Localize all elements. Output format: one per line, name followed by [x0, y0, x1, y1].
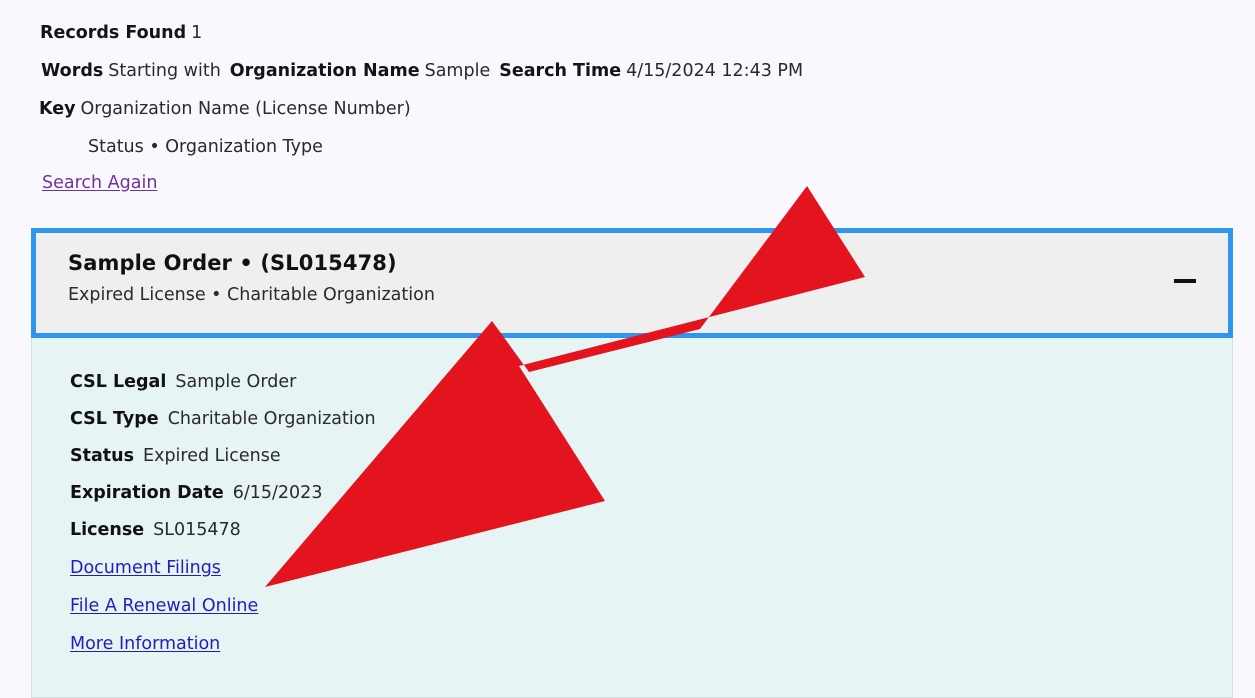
field-row: Expiration Date 6/15/2023 — [70, 475, 1232, 512]
file-a-renewal-online-link[interactable]: File A Renewal Online — [70, 588, 258, 625]
records-found-row: Records Found 1 — [0, 14, 1255, 52]
field-row: Status Expired License — [70, 438, 1232, 475]
field-value: SL015478 — [153, 520, 241, 540]
search-summary: Records Found 1 Words Starting with Organiz… — [0, 0, 1255, 200]
key-label: Key — [39, 99, 76, 119]
words-label: Words — [41, 61, 104, 81]
field-label: Expiration Date — [70, 483, 224, 503]
organization-name-value: Sample — [424, 61, 491, 81]
organization-title: Sample Order • (SL015478) — [68, 251, 397, 275]
result-card: Sample Order • (SL015478) Expired Licens… — [31, 228, 1233, 698]
field-row: License SL015478 — [70, 512, 1232, 549]
key-value: Organization Name (License Number) — [80, 99, 411, 119]
field-value: Expired License — [143, 446, 281, 466]
more-information-link[interactable]: More Information — [70, 626, 220, 663]
result-card-header[interactable]: Sample Order • (SL015478) Expired Licens… — [31, 228, 1233, 338]
words-value: Starting with — [108, 61, 221, 81]
more-information-row: More Information — [70, 625, 1232, 663]
file-renewal-row: File A Renewal Online — [70, 587, 1232, 625]
search-again-row: Search Again — [0, 166, 1255, 200]
records-found-value: 1 — [191, 23, 203, 43]
key-row: Key Organization Name (License Number) — [0, 90, 1255, 128]
minus-icon[interactable] — [1169, 265, 1201, 297]
field-value: Sample Order — [175, 372, 297, 392]
words-row: Words Starting with Organization Name Sampl… — [0, 52, 1255, 90]
search-time-label: Search Time — [499, 61, 622, 81]
field-row: CSL Legal Sample Order — [70, 364, 1232, 401]
document-filings-row: Document Filings — [70, 549, 1232, 587]
field-label: License — [70, 520, 145, 540]
field-label: CSL Type — [70, 409, 159, 429]
key-detail-row: Status • Organization Type — [0, 128, 1255, 166]
search-again-link[interactable]: Search Again — [42, 173, 157, 193]
document-filings-link[interactable]: Document Filings — [70, 550, 221, 587]
field-value: 6/15/2023 — [232, 483, 323, 503]
organization-name-label: Organization Name — [229, 61, 420, 81]
field-row: CSL Type Charitable Organization — [70, 401, 1232, 438]
search-results-page: Records Found 1 Words Starting with Organiz… — [0, 0, 1255, 698]
field-label: CSL Legal — [70, 372, 167, 392]
organization-subtitle: Expired License • Charitable Organizatio… — [68, 285, 435, 305]
minus-icon-bar — [1174, 279, 1196, 283]
result-card-body: CSL Legal Sample Order CSL Type Charitable… — [31, 337, 1233, 698]
search-time-value: 4/15/2024 12:43 PM — [626, 61, 804, 81]
key-detail-text: Status • Organization Type — [88, 137, 323, 157]
field-label: Status — [70, 446, 135, 466]
records-found-label: Records Found — [40, 23, 187, 43]
field-value: Charitable Organization — [167, 409, 376, 429]
